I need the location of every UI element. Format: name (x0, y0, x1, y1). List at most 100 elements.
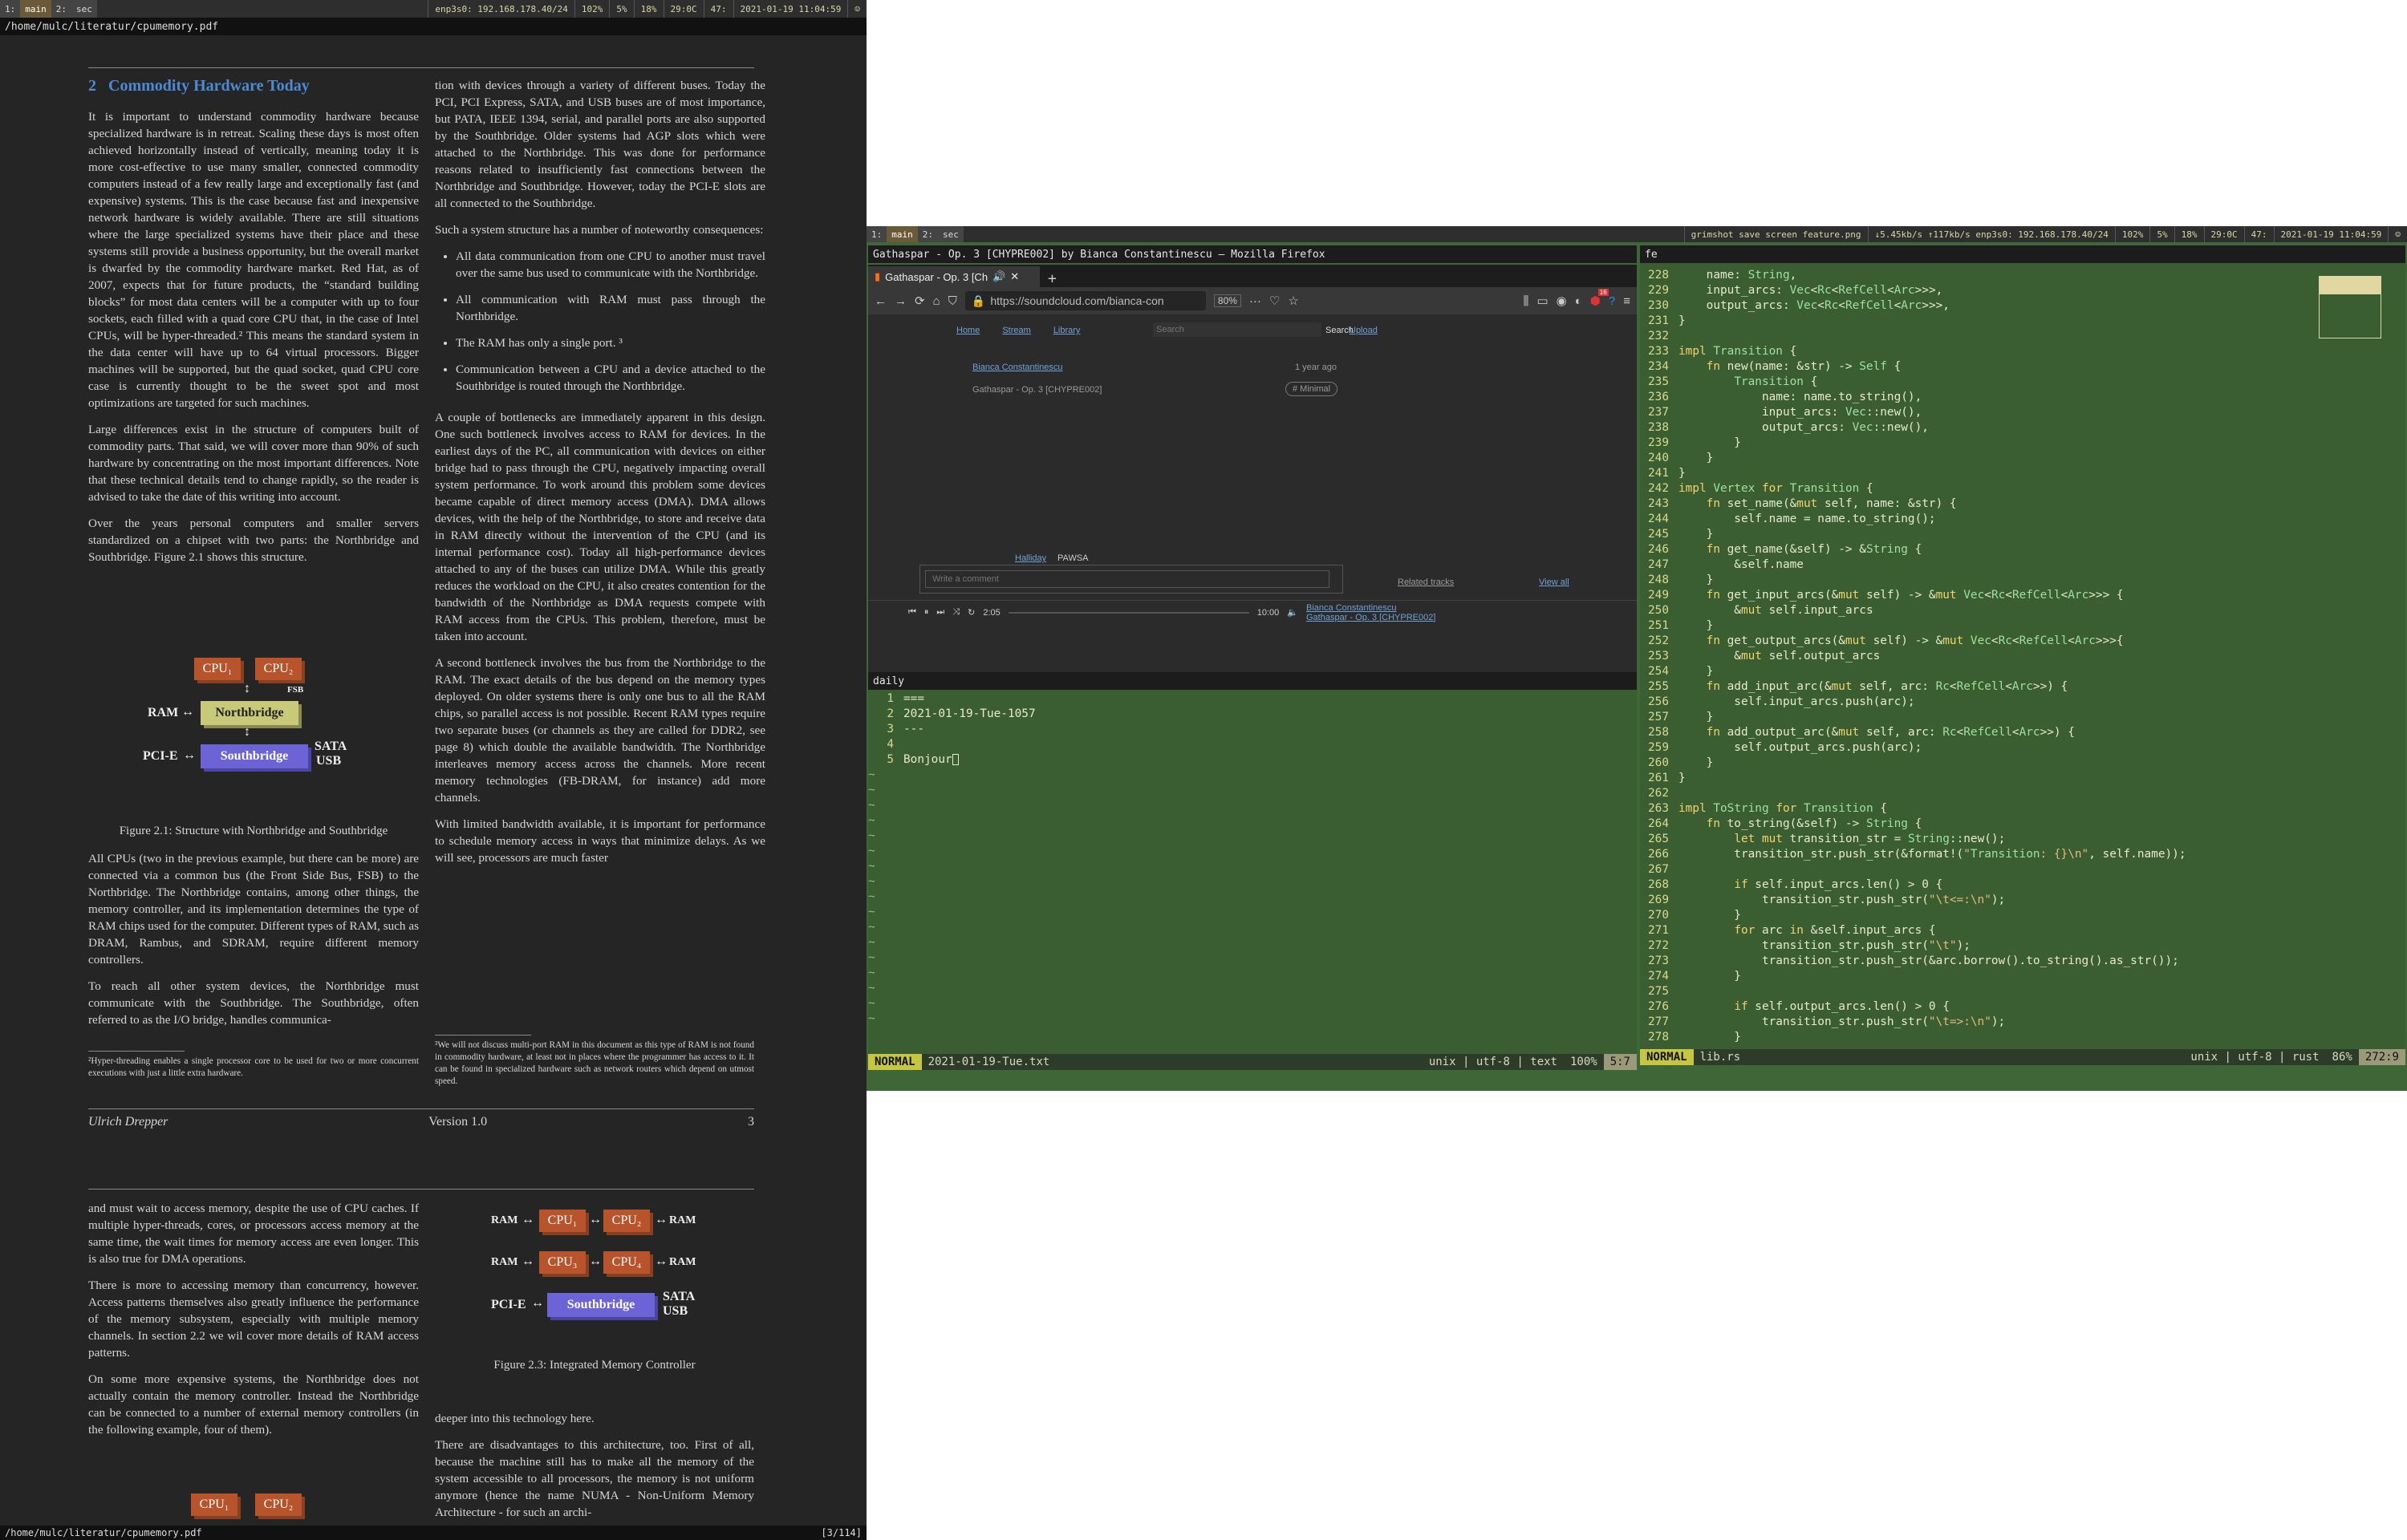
prev-icon[interactable]: ⏮ (908, 607, 916, 618)
next-icon[interactable]: ⏭ (936, 607, 944, 618)
line-code: let mut transition_str = String::new(); (1734, 833, 2006, 845)
paragraph: Such a system structure has a number of … (435, 223, 764, 237)
cursor (952, 754, 959, 765)
code-line: 278 } (1640, 1030, 2405, 1045)
line-number: 258 (1648, 726, 1669, 739)
line-number: 262 (1648, 787, 1669, 800)
vim-fileinfo: unix | utf-8 | text (1428, 1056, 1557, 1068)
arrow-icon: ↔ (531, 1296, 544, 1310)
player-track[interactable]: Gathaspar - Op. 3 [CHYPRE002] (1306, 613, 1435, 622)
hamburger-menu-icon[interactable]: ≡ (1623, 294, 1630, 308)
sc-view-all[interactable]: View all (1539, 578, 1569, 587)
arrow-icon: ↔ (655, 1254, 668, 1268)
sc-user-link[interactable]: Bianca Constantinescu (972, 363, 1063, 372)
workspace-2-label[interactable]: sec (938, 226, 964, 242)
ram-label: RAM (669, 1256, 696, 1268)
bookmark-star-icon[interactable]: ☆ (1288, 294, 1298, 308)
line-code: input_arcs: Vec::new(), (1678, 406, 1922, 419)
temperature-status: 29:0C (2203, 226, 2244, 242)
tray-icon[interactable]: ☺ (847, 0, 867, 18)
sc-related-tracks[interactable]: Related tracks (1398, 578, 1454, 587)
pause-icon[interactable]: ⏸ (924, 607, 929, 618)
code-line: 269 transition_str.push_str("\t<=:\n"); (1640, 893, 2405, 908)
line-number: 241 (1648, 467, 1669, 480)
volume-icon[interactable]: 🔈 (1287, 607, 1298, 618)
player-user[interactable]: Bianca Constantinescu (1306, 603, 1435, 613)
code-line: 272 transition_str.push_str("\t"); (1640, 938, 2405, 954)
menu-dots-icon[interactable]: ··· (1249, 294, 1261, 308)
pcie-label: PCI-E (143, 749, 178, 763)
shield-icon[interactable]: ⛉ (948, 294, 957, 308)
reload-icon[interactable]: ⟳ (915, 294, 925, 308)
back-icon[interactable]: ← (875, 294, 887, 308)
zoom-level[interactable]: 80% (1213, 294, 1241, 307)
tab-soundcloud[interactable]: ▮ Gathaspar - Op. 3 [Ch 🔊 ✕ (868, 266, 1040, 287)
southbridge-box: Southbridge (201, 744, 308, 768)
navigation-bar: ← → ⟳ ⌂ ⛉ 🔒 https://soundcloud.com/bianc… (868, 287, 1637, 314)
adblock-icon[interactable]: ⬢ 16 (1590, 289, 1609, 308)
line-number: 232 (1648, 330, 1669, 342)
forward-icon[interactable]: → (895, 294, 907, 308)
sidebar-icon[interactable]: ▭ (1536, 294, 1548, 308)
code-line: 255 fn add_input_arc(&mut self, arc: Rc<… (1640, 679, 2405, 695)
workspace-1-label[interactable]: main (887, 226, 918, 242)
workspace-1-num[interactable]: 1: (0, 0, 21, 18)
url-bar[interactable]: 🔒 https://soundcloud.com/bianca-con (964, 291, 1206, 310)
firefox-window[interactable]: ▮ Gathaspar - Op. 3 [Ch 🔊 ✕ + ← → ⟳ ⌂ ⛉ … (868, 265, 1637, 672)
sc-upload-link[interactable]: Upload (1350, 326, 1378, 335)
code-line: 267 (1640, 862, 2405, 877)
workspace-2-label[interactable]: sec (71, 0, 97, 18)
extension-icon[interactable]: ◐ (1575, 294, 1582, 308)
sc-genre-tag[interactable]: # Minimal (1285, 382, 1338, 396)
help-icon[interactable]: ? (1609, 294, 1615, 308)
code-line: 230 output_arcs: Vec<Rc<RefCell<Arc>>>, (1640, 298, 2405, 314)
nav-stream[interactable]: Stream (1002, 326, 1030, 335)
consequence-list: All data communication from one CPU to a… (456, 248, 765, 395)
vim-daily-editor[interactable]: 1 === 2 2021-01-19-Tue-1057 3 --- 4 5 Bonjou… (868, 690, 1637, 1054)
workspace-2-num[interactable]: 2: (51, 0, 71, 18)
line-number: 245 (1648, 528, 1669, 541)
fsb-label: FSB (287, 685, 304, 695)
pocket-icon[interactable]: ♡ (1269, 294, 1280, 308)
minimap[interactable] (2319, 276, 2381, 338)
library-icon[interactable]: ⫼ (1524, 294, 1529, 308)
line-code: impl ToString for Transition { (1678, 802, 1887, 815)
code-line: 257 } (1640, 710, 2405, 725)
line-number: 259 (1648, 741, 1669, 754)
line-code: input_arcs: Vec<Rc<RefCell<Arc>>>, (1678, 284, 1943, 297)
account-icon[interactable]: ◉ (1557, 294, 1567, 308)
vim-mode: NORMAL (868, 1054, 922, 1070)
vim-rust-editor[interactable]: 228 name: String, 229 input_arcs: Vec<Rc<… (1640, 263, 2405, 1049)
workspace-1-label[interactable]: main (20, 0, 51, 18)
paragraph: On some more expensive systems, the Nort… (88, 1372, 419, 1437)
sc-commenter[interactable]: Halliday (1015, 553, 1046, 563)
line-number: 276 (1648, 1000, 1669, 1013)
code-line: 236 name: name.to_string(), (1640, 390, 2405, 405)
nav-library[interactable]: Library (1053, 326, 1081, 335)
home-icon[interactable]: ⌂ (933, 294, 940, 308)
paragraph: deeper into this technology here. (435, 1412, 595, 1425)
new-tab-icon[interactable]: + (1040, 270, 1065, 287)
workspace-1-num[interactable]: 1: (867, 226, 887, 242)
section-heading: 2 Commodity Hardware Today (88, 77, 419, 95)
nav-home[interactable]: Home (956, 326, 980, 335)
code-line: 231} (1640, 314, 2405, 329)
status-bar-left: 1: main 2: sec enp3s0: 192.168.178.40/24… (0, 0, 867, 18)
shuffle-icon[interactable]: ⤨ (952, 607, 960, 618)
line-code: } (1678, 573, 1714, 586)
code-line: 237 input_arcs: Vec::new(), (1640, 405, 2405, 420)
repeat-icon[interactable]: ↻ (968, 607, 975, 618)
sc-search-input[interactable] (1153, 322, 1321, 337)
player-progress[interactable] (1008, 611, 1249, 614)
pdf-viewer[interactable]: 2 Commodity Hardware Today It is importa… (0, 35, 867, 1526)
ram-label: RAM (491, 1214, 518, 1226)
badge-count: 16 (1597, 289, 1609, 296)
memory-status: 18% (2174, 226, 2204, 242)
cpu1-box: CPU₁ (539, 1210, 586, 1232)
sc-comment-input[interactable] (925, 570, 1329, 588)
tray-icon[interactable]: ☺ (2388, 226, 2407, 242)
speaker-icon[interactable]: 🔊 (992, 270, 1005, 283)
close-icon[interactable]: ✕ (1010, 270, 1019, 283)
workspace-2-num[interactable]: 2: (917, 226, 938, 242)
code-line: 253 &mut self.output_arcs (1640, 649, 2405, 664)
